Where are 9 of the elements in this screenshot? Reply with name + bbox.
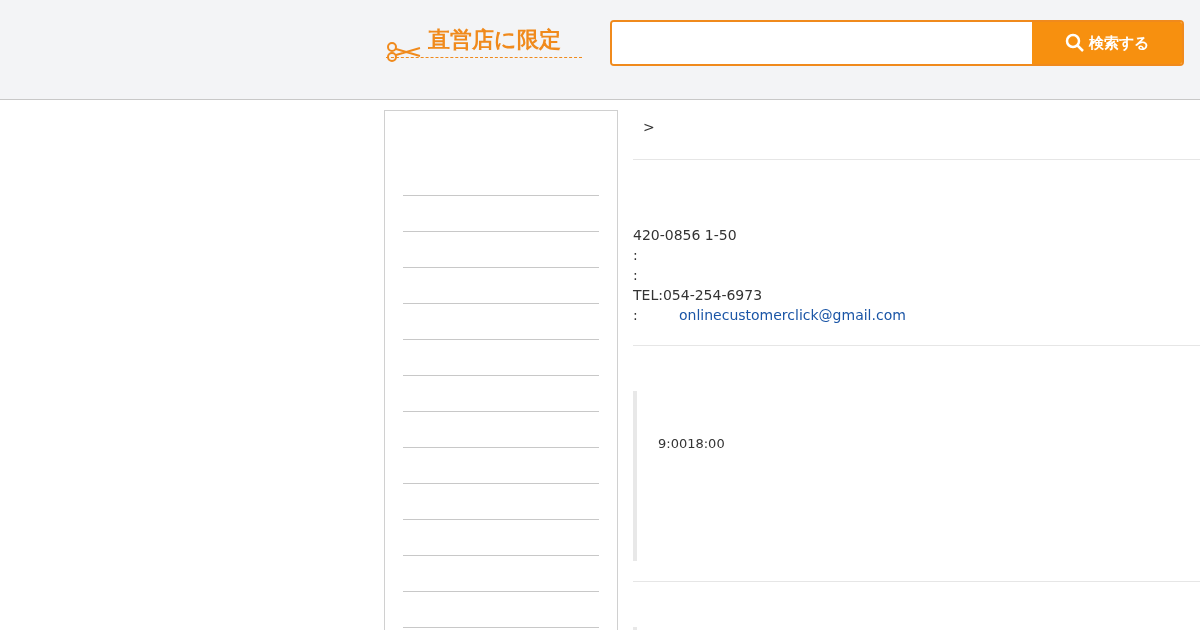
email-label: :: [633, 306, 639, 325]
hours-text: 9:0018:00: [658, 436, 725, 451]
address-line: 420-0856 1-50: [633, 226, 737, 245]
address-line: :: [633, 266, 638, 285]
address-line: TEL:054-254-6973: [633, 286, 763, 305]
email-link[interactable]: onlinecustomerclick@gmail.com: [679, 305, 906, 325]
breadcrumb-separator: >: [643, 119, 655, 135]
logo-text[interactable]: 直営店に限定: [428, 27, 561, 53]
address-line: :: [633, 246, 638, 265]
